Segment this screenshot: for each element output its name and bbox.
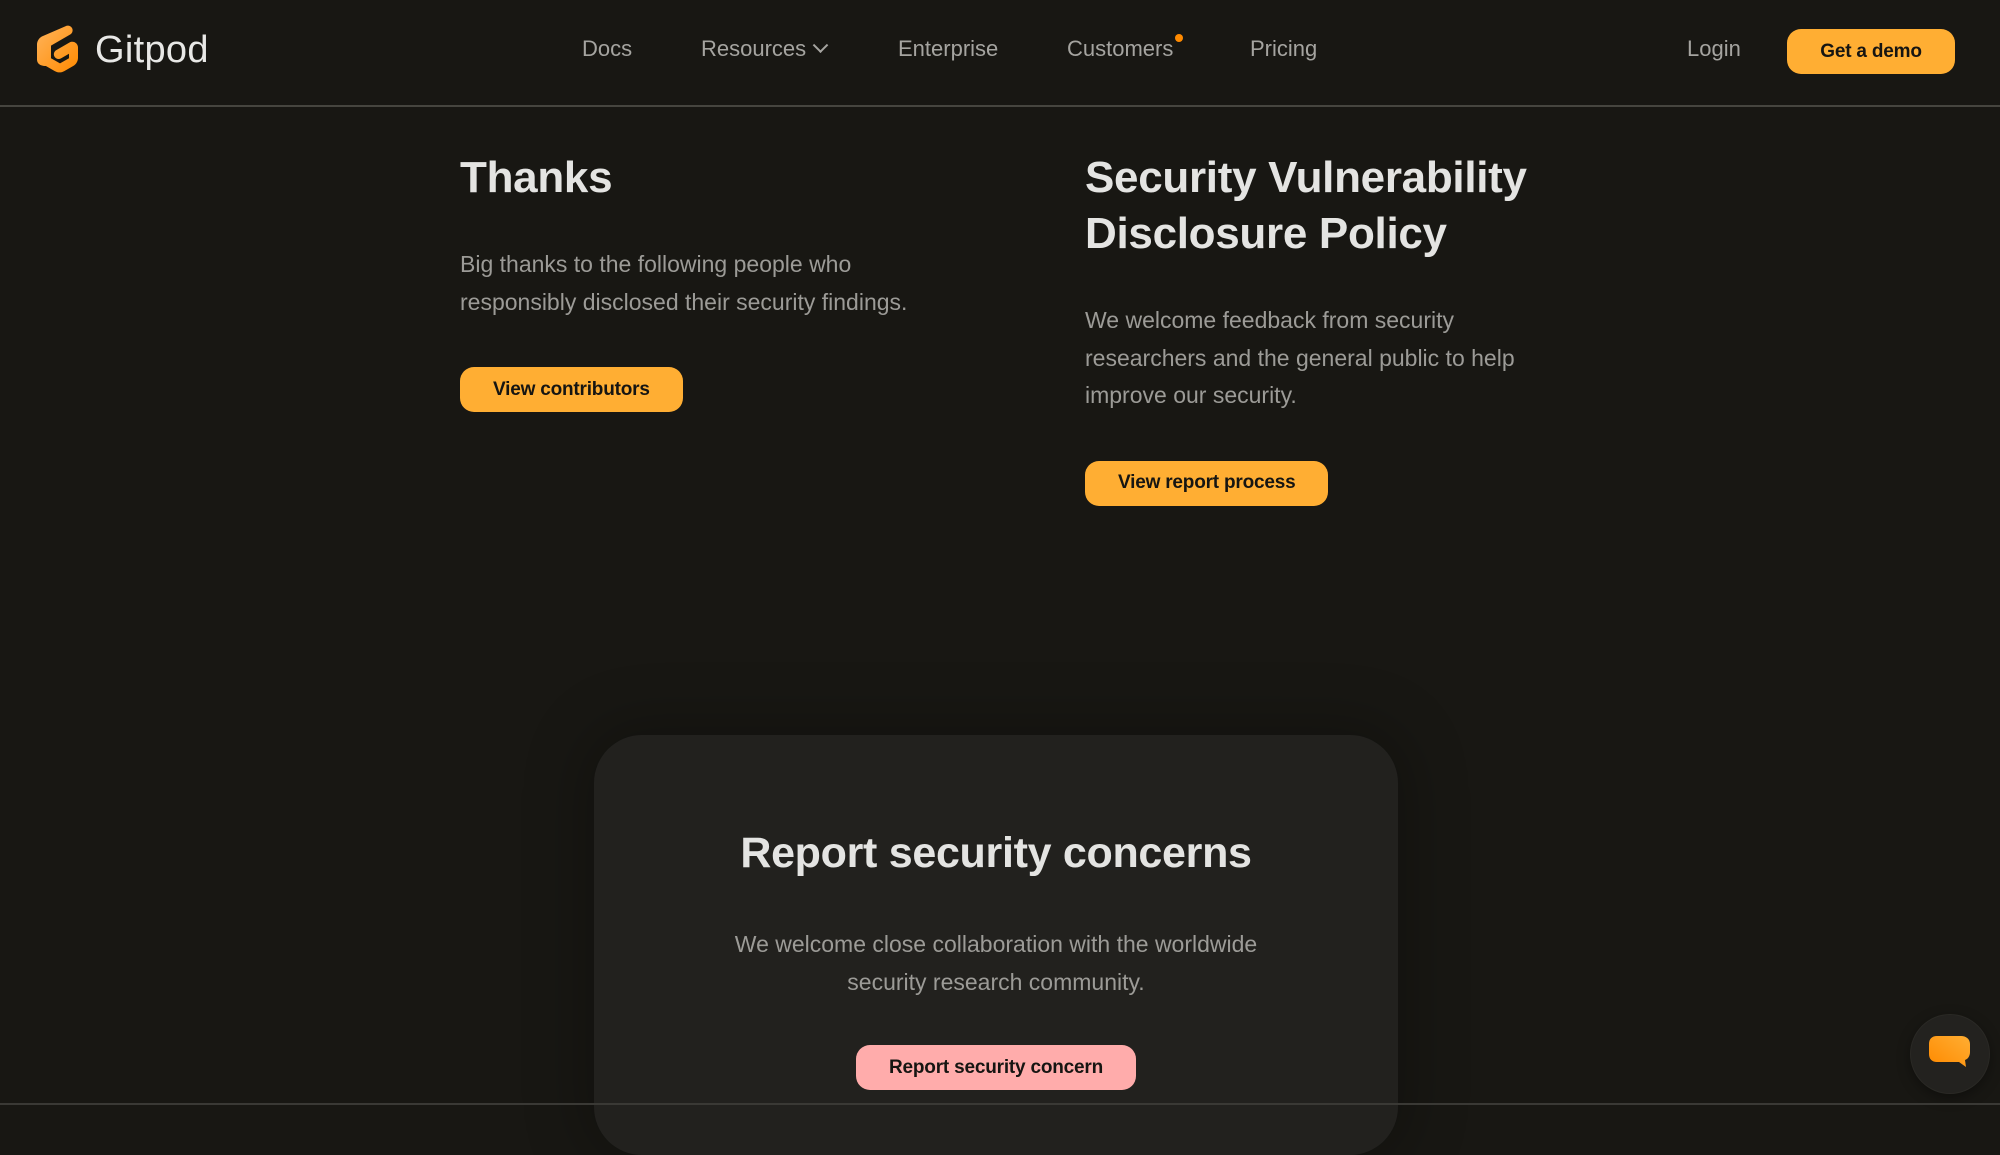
new-badge-dot: [1175, 34, 1184, 42]
policy-title: Security Vulnerability Disclosure Policy: [1085, 153, 1527, 258]
view-contributors-button[interactable]: View contributors: [460, 367, 683, 412]
nav-customers-label: Customers: [1067, 36, 1174, 61]
nav-resources-label: Resources: [701, 36, 807, 61]
site-header: Gitpod Docs Resources Enterprise Custome…: [0, 0, 2000, 107]
thanks-title: Thanks: [460, 153, 613, 202]
nav-resources[interactable]: Resources: [701, 36, 829, 62]
disclosure-policy-section: Security Vulnerability Disclosure Policy…: [1085, 150, 1565, 506]
chat-bubble-icon: [1927, 1033, 1973, 1076]
logo-text: Gitpod: [95, 28, 209, 71]
nav-pricing[interactable]: Pricing: [1250, 36, 1317, 62]
nav-enterprise[interactable]: Enterprise: [898, 36, 998, 62]
chat-widget-button[interactable]: [1911, 1015, 1989, 1093]
thanks-body: Big thanks to the following people who r…: [460, 251, 908, 315]
report-body: We welcome close collaboration with the …: [734, 931, 1258, 995]
thanks-section: Thanks Big thanks to the following peopl…: [460, 150, 940, 412]
login-link[interactable]: Login: [1687, 36, 1741, 62]
nav-customers[interactable]: Customers: [1067, 34, 1184, 62]
gitpod-logo-icon: [35, 22, 85, 78]
nav-docs-label: Docs: [582, 36, 633, 61]
view-report-process-button[interactable]: View report process: [1085, 460, 1329, 506]
policy-body: We welcome feedback from security resear…: [1085, 307, 1515, 408]
nav-pricing-label: Pricing: [1250, 36, 1318, 61]
nav-enterprise-label: Enterprise: [898, 36, 999, 61]
report-title: Report security concerns: [740, 829, 1252, 877]
logo-link[interactable]: Gitpod: [35, 22, 209, 78]
report-security-concern-button[interactable]: Report security concern: [856, 1045, 1136, 1090]
nav-docs[interactable]: Docs: [582, 36, 632, 62]
chevron-down-icon: [812, 36, 829, 53]
get-a-demo-button[interactable]: Get a demo: [1787, 29, 1955, 74]
report-security-card: Report security concerns We welcome clos…: [594, 735, 1398, 1155]
